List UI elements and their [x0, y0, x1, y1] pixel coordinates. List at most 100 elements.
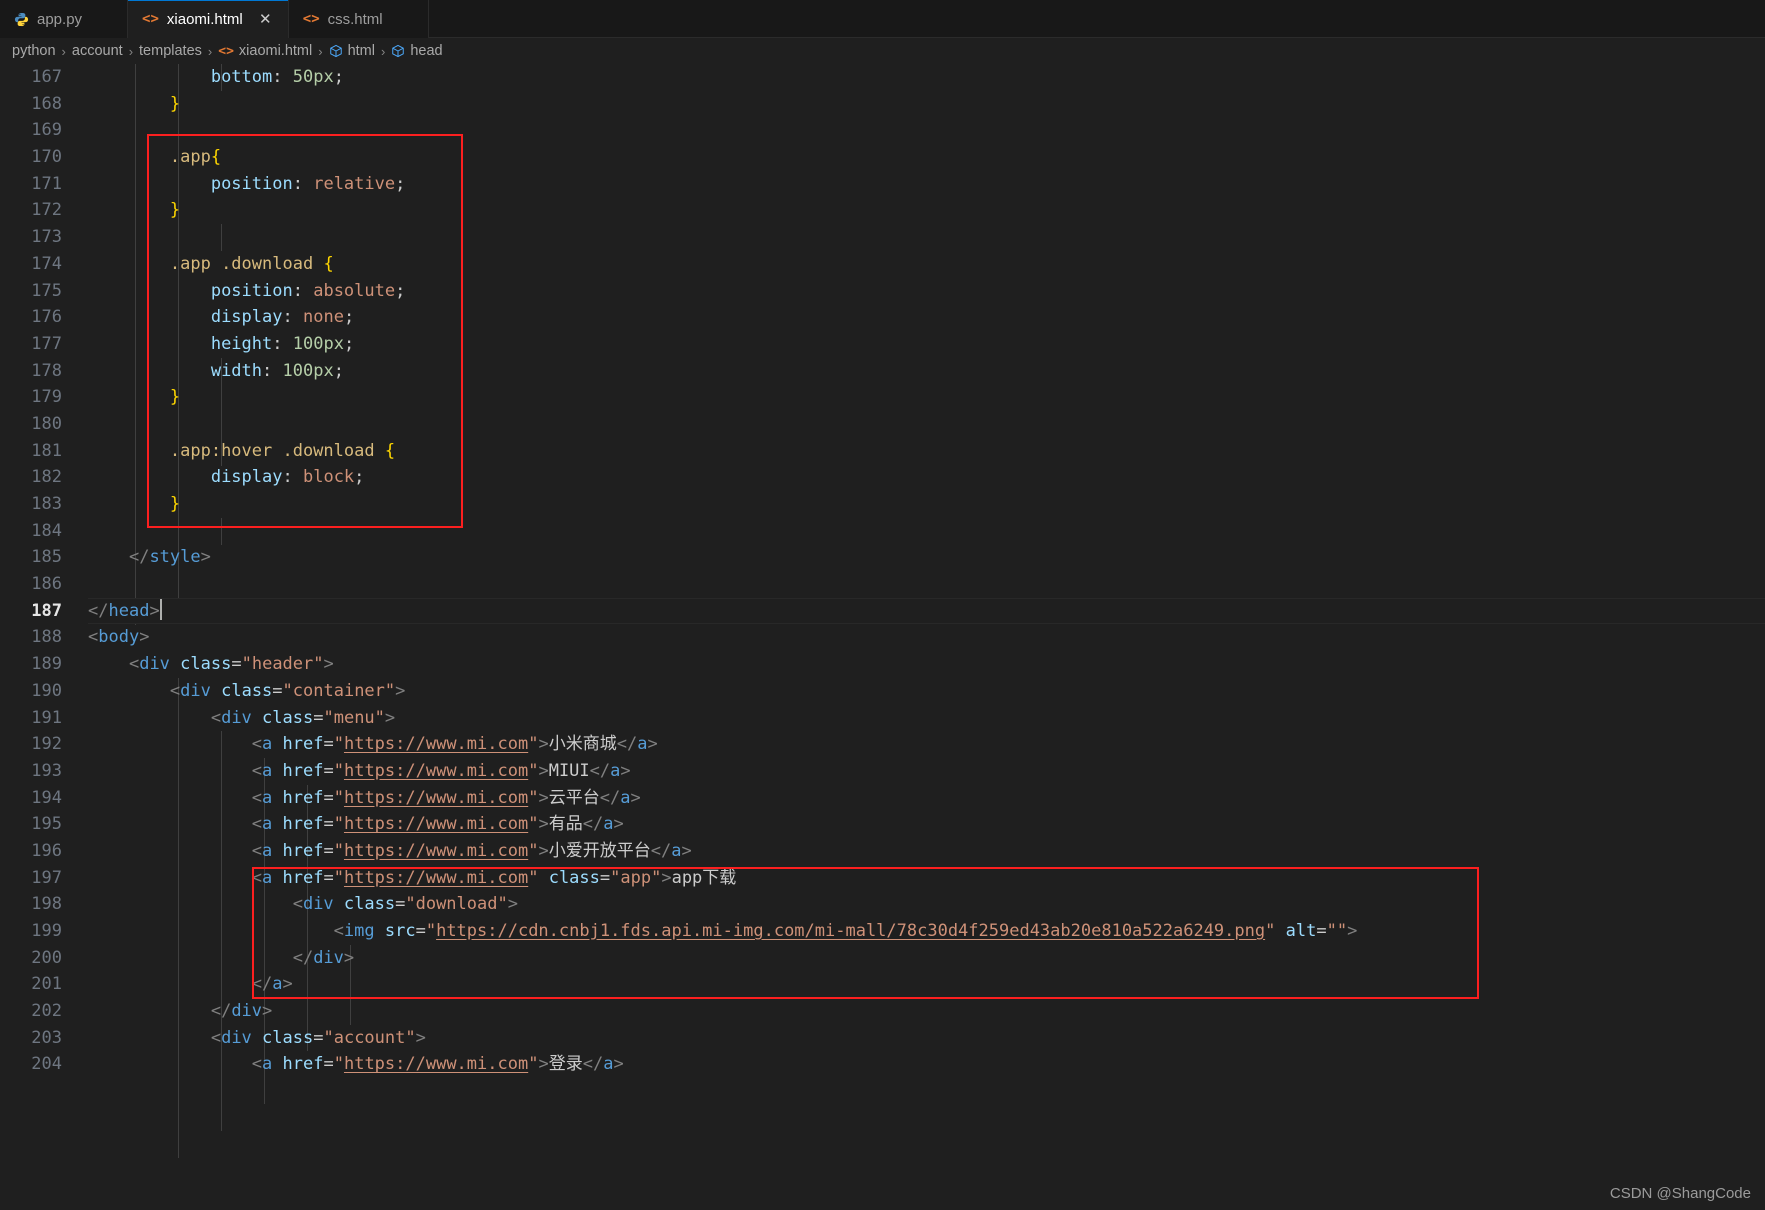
line-content: <div class="account">: [88, 1025, 426, 1052]
line-content: <a href="https://www.mi.com" class="app"…: [88, 865, 736, 892]
line-number: 200: [0, 945, 62, 972]
code-line[interactable]: 193 <a href="https://www.mi.com">MIUI</a…: [0, 758, 1765, 785]
breadcrumb-label: xiaomi.html: [239, 43, 312, 59]
code-line[interactable]: 200 </div>: [0, 945, 1765, 972]
code-line[interactable]: 182 display: block;: [0, 464, 1765, 491]
line-number: 171: [0, 171, 62, 198]
code-line[interactable]: 171 position: relative;: [0, 171, 1765, 198]
breadcrumb-label: html: [348, 43, 375, 59]
breadcrumb-item-account[interactable]: account: [72, 43, 123, 59]
editor-tab-bar: app.py ✕ <> xiaomi.html ✕ <> css.html ✕: [0, 0, 1765, 38]
line-number: 169: [0, 117, 62, 144]
code-line[interactable]: 168 }: [0, 91, 1765, 118]
line-number: 186: [0, 571, 62, 598]
text-cursor: [160, 599, 162, 620]
code-line[interactable]: 184: [0, 518, 1765, 545]
html-file-icon: <>: [303, 12, 320, 26]
tab-label: css.html: [328, 11, 383, 28]
code-line[interactable]: 196 <a href="https://www.mi.com">小爱开放平台<…: [0, 838, 1765, 865]
tab-css-html[interactable]: <> css.html ✕: [289, 0, 429, 38]
line-number: 203: [0, 1025, 62, 1052]
code-line[interactable]: 170 .app{: [0, 144, 1765, 171]
code-line[interactable]: 203 <div class="account">: [0, 1025, 1765, 1052]
code-line[interactable]: 198 <div class="download">: [0, 891, 1765, 918]
line-number: 173: [0, 224, 62, 251]
line-number: 182: [0, 464, 62, 491]
code-line[interactable]: 179 }: [0, 384, 1765, 411]
line-content: }: [88, 384, 180, 411]
code-line[interactable]: 202 </div>: [0, 998, 1765, 1025]
breadcrumb-item-python[interactable]: python: [12, 43, 56, 59]
code-line[interactable]: 175 position: absolute;: [0, 278, 1765, 305]
code-line[interactable]: 197 <a href="https://www.mi.com" class="…: [0, 865, 1765, 892]
breadcrumb-item-templates[interactable]: templates: [139, 43, 202, 59]
line-number: 189: [0, 651, 62, 678]
code-line[interactable]: 167 bottom: 50px;: [0, 64, 1765, 91]
code-line[interactable]: 169: [0, 117, 1765, 144]
code-line[interactable]: 195 <a href="https://www.mi.com">有品</a>: [0, 811, 1765, 838]
line-content: <a href="https://www.mi.com">小米商城</a>: [88, 731, 658, 758]
line-content: </head>: [88, 598, 162, 625]
tab-xiaomi-html[interactable]: <> xiaomi.html ✕: [128, 0, 289, 38]
line-number: 175: [0, 278, 62, 305]
code-line[interactable]: 199 <img src="https://cdn.cnbj1.fds.api.…: [0, 918, 1765, 945]
line-number: 170: [0, 144, 62, 171]
line-number: 190: [0, 678, 62, 705]
line-content: <div class="header">: [88, 651, 334, 678]
watermark-text: CSDN @ShangCode: [1610, 1185, 1751, 1202]
code-editor[interactable]: 167 bottom: 50px; 168 } 169 170 .app{ 17…: [0, 64, 1765, 1210]
line-content: display: none;: [88, 304, 354, 331]
line-number: 174: [0, 251, 62, 278]
tab-app-py[interactable]: app.py ✕: [0, 0, 128, 38]
line-content: .app .download {: [88, 251, 334, 278]
chevron-right-icon: ›: [380, 44, 386, 59]
line-number: 204: [0, 1051, 62, 1078]
line-content: display: block;: [88, 464, 364, 491]
line-content: <div class="menu">: [88, 705, 395, 732]
code-line[interactable]: 178 width: 100px;: [0, 358, 1765, 385]
code-line[interactable]: 180: [0, 411, 1765, 438]
breadcrumb-item-xiaomi-html[interactable]: <> xiaomi.html: [218, 43, 312, 59]
line-content: bottom: 50px;: [88, 64, 344, 91]
breadcrumb-item-head[interactable]: head: [391, 43, 442, 59]
code-line[interactable]: 194 <a href="https://www.mi.com">云平台</a>: [0, 785, 1765, 812]
line-number: 192: [0, 731, 62, 758]
line-content: }: [88, 197, 180, 224]
code-line[interactable]: 172 }: [0, 197, 1765, 224]
code-line[interactable]: 183 }: [0, 491, 1765, 518]
code-line[interactable]: 177 height: 100px;: [0, 331, 1765, 358]
breadcrumb-label: python: [12, 43, 56, 59]
line-number: 196: [0, 838, 62, 865]
code-line[interactable]: 185 </style>: [0, 544, 1765, 571]
line-content: </a>: [88, 971, 293, 998]
close-icon[interactable]: ✕: [257, 11, 274, 28]
tab-label: xiaomi.html: [167, 11, 243, 28]
python-file-icon: [14, 12, 29, 27]
breadcrumb-item-html[interactable]: html: [329, 43, 375, 59]
code-line[interactable]: 173: [0, 224, 1765, 251]
breadcrumb-label: head: [410, 43, 442, 59]
line-number: 185: [0, 544, 62, 571]
chevron-right-icon: ›: [317, 44, 323, 59]
line-content: <a href="https://www.mi.com">MIUI</a>: [88, 758, 631, 785]
code-line[interactable]: 181 .app:hover .download {: [0, 438, 1765, 465]
code-line[interactable]: 174 .app .download {: [0, 251, 1765, 278]
breadcrumb: python › account › templates › <> xiaomi…: [0, 38, 1765, 64]
code-line[interactable]: 189 <div class="header">: [0, 651, 1765, 678]
code-line[interactable]: 176 display: none;: [0, 304, 1765, 331]
code-line[interactable]: 191 <div class="menu">: [0, 705, 1765, 732]
code-line[interactable]: 188 <body>: [0, 624, 1765, 651]
line-number: 181: [0, 438, 62, 465]
chevron-right-icon: ›: [207, 44, 213, 59]
code-line[interactable]: 204 <a href="https://www.mi.com">登录</a>: [0, 1051, 1765, 1078]
code-line[interactable]: 192 <a href="https://www.mi.com">小米商城</a…: [0, 731, 1765, 758]
line-number: 179: [0, 384, 62, 411]
line-number: 188: [0, 624, 62, 651]
code-line[interactable]: 186: [0, 571, 1765, 598]
code-line-current[interactable]: 187 </head>: [0, 598, 1765, 625]
code-line[interactable]: 201 </a>: [0, 971, 1765, 998]
code-line[interactable]: 190 <div class="container">: [0, 678, 1765, 705]
line-content: position: relative;: [88, 171, 405, 198]
code-lines[interactable]: 167 bottom: 50px; 168 } 169 170 .app{ 17…: [0, 64, 1765, 1078]
line-number: 167: [0, 64, 62, 91]
